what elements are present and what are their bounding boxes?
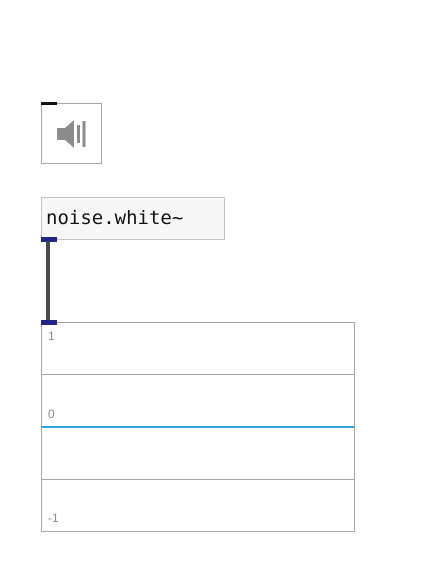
- speaker-inlet[interactable]: [41, 102, 57, 105]
- scope-tick-bottom: -1: [48, 511, 59, 525]
- scope-tick-top: 1: [48, 329, 55, 343]
- signal-scope[interactable]: 1 0 -1: [41, 320, 355, 532]
- scope-gridline-lower: [42, 479, 354, 480]
- scope-tick-mid: 0: [48, 407, 55, 421]
- object-label: noise.white~: [46, 207, 184, 229]
- patch-cord[interactable]: [46, 241, 50, 325]
- scope-inlet[interactable]: [41, 320, 57, 325]
- speaker-toggle-button[interactable]: [41, 102, 102, 164]
- speaker-icon: [57, 120, 86, 148]
- noise-white-object[interactable]: noise.white~: [41, 197, 225, 242]
- scope-signal-line: [42, 425, 354, 428]
- scope-gridline-upper: [42, 374, 354, 375]
